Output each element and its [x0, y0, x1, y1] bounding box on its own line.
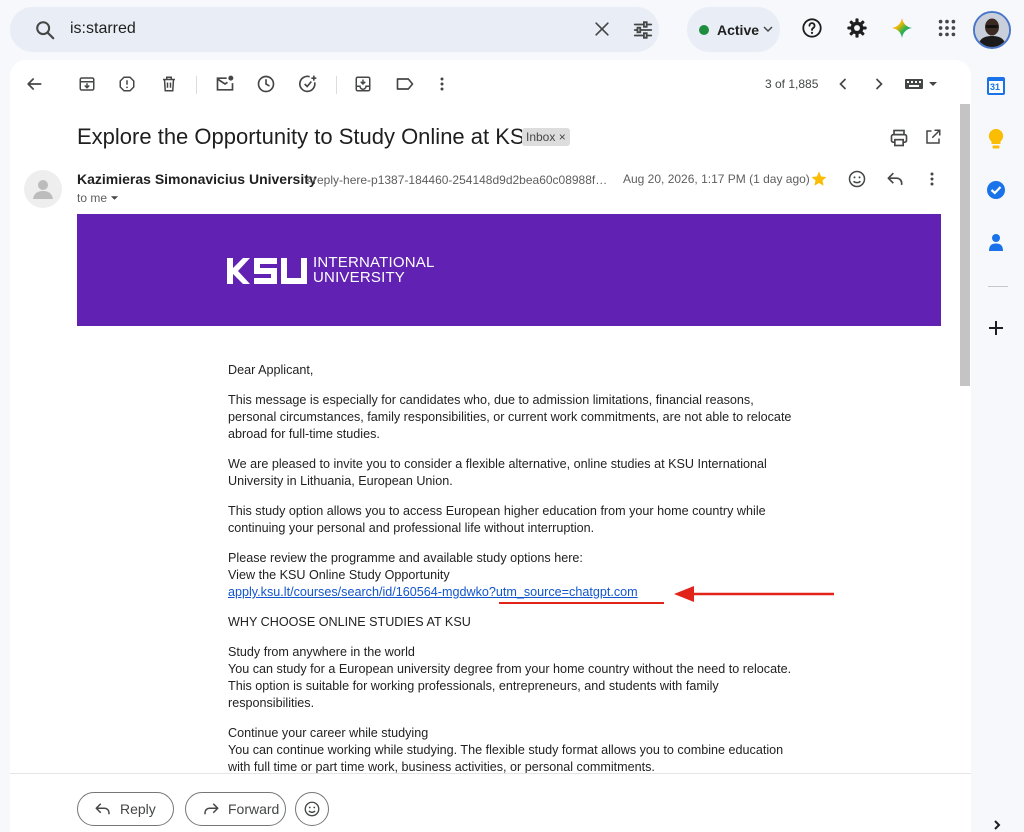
sender-email: <reply-here-p1387-184460-254148d9d2bea60…: [306, 173, 612, 187]
gemini-icon[interactable]: [891, 17, 913, 39]
section-heading: WHY CHOOSE ONLINE STUDIES AT KSU: [228, 615, 471, 629]
add-icon[interactable]: [986, 318, 1006, 338]
snooze-icon[interactable]: [256, 74, 276, 94]
status-selector[interactable]: Active: [687, 7, 780, 52]
avatar-image: [975, 13, 1009, 47]
sender-avatar[interactable]: [24, 170, 62, 208]
programme-link[interactable]: apply.ksu.lt/courses/search/id/160564-mg…: [228, 585, 638, 599]
forward-label: Forward: [228, 801, 280, 817]
toolbar-divider: [336, 76, 337, 94]
body-paragraph: We are pleased to invite you to consider…: [228, 457, 767, 488]
status-dot: [699, 25, 709, 35]
recipient-text: to me: [77, 191, 108, 205]
emoji-icon: [304, 801, 320, 817]
body-paragraph: Continue your career while studying You …: [228, 725, 798, 776]
move-to-icon[interactable]: [354, 74, 372, 94]
label-chip-remove[interactable]: ×: [559, 130, 566, 144]
email-banner: INTERNATIONAL UNIVERSITY: [77, 214, 941, 326]
calendar-app[interactable]: 31: [986, 76, 1006, 101]
keep-icon[interactable]: [986, 128, 1006, 150]
reply-icon: [95, 803, 110, 815]
email-date: Aug 20, 2026, 1:17 PM (1 day ago): [623, 172, 810, 186]
sender-name[interactable]: Kazimieras Simonavicius University: [77, 171, 317, 187]
section-title: Continue your career while studying: [228, 726, 429, 740]
calendar-day: 31: [990, 82, 1001, 92]
chevron-down-icon: [111, 196, 119, 200]
divider: [10, 773, 971, 774]
chevron-right-icon[interactable]: [871, 74, 887, 94]
email-subject: Explore the Opportunity to Study Online …: [77, 124, 541, 149]
emoji-icon[interactable]: [847, 169, 867, 189]
reply-label: Reply: [120, 801, 156, 817]
chevron-left-icon[interactable]: [835, 74, 851, 94]
section-title: Study from anywhere in the world: [228, 645, 415, 659]
more-vert-icon[interactable]: [436, 74, 448, 94]
reply-icon[interactable]: [885, 169, 905, 189]
help-icon[interactable]: [801, 17, 823, 39]
report-spam-icon[interactable]: [118, 74, 136, 94]
body-paragraph: This study option allows you to access E…: [228, 504, 766, 535]
close-icon[interactable]: [592, 19, 612, 39]
banner-line2: UNIVERSITY: [313, 269, 406, 286]
chevron-right-icon[interactable]: [990, 818, 1004, 832]
section-text: You can study for a European university …: [228, 662, 792, 710]
body-paragraph: This message is especially for candidate…: [228, 393, 792, 441]
archive-icon[interactable]: [78, 74, 96, 94]
email-body: Dear Applicant, This message is especial…: [228, 362, 798, 789]
greeting: Dear Applicant,: [228, 363, 314, 377]
label-icon[interactable]: [395, 74, 415, 94]
trash-icon[interactable]: [160, 74, 178, 94]
gear-icon[interactable]: [846, 17, 868, 39]
more-vert-icon[interactable]: [926, 169, 938, 189]
status-label: Active: [717, 22, 760, 38]
mark-unread-icon[interactable]: [215, 74, 235, 94]
label-chip-text: Inbox: [526, 130, 556, 144]
tasks-icon[interactable]: [986, 180, 1006, 200]
emoji-reaction-button[interactable]: [295, 792, 329, 826]
keyboard-icon[interactable]: [905, 78, 939, 90]
banner-text: INTERNATIONAL UNIVERSITY: [313, 255, 435, 285]
star-icon[interactable]: [810, 170, 828, 188]
chevron-down-icon: [763, 26, 773, 33]
account-avatar[interactable]: [973, 11, 1011, 49]
tune-icon[interactable]: [632, 19, 654, 41]
search-bar[interactable]: is:starred: [10, 7, 659, 52]
pagination-count: 3 of 1,885: [765, 77, 819, 91]
annotation-underline: [499, 602, 664, 604]
add-task-icon[interactable]: [298, 74, 318, 94]
banner-line1: INTERNATIONAL: [313, 254, 435, 271]
side-panel-divider: [988, 286, 1008, 287]
view-line: View the KSU Online Study Opportunity: [228, 568, 450, 582]
search-icon[interactable]: [34, 19, 56, 41]
inbox-label-chip[interactable]: Inbox ×: [522, 128, 570, 146]
scrollbar-thumb[interactable]: [960, 104, 970, 386]
body-paragraph: Study from anywhere in the world You can…: [228, 644, 798, 712]
toolbar-divider: [196, 76, 197, 94]
ksu-logo: [227, 258, 307, 284]
forward-button[interactable]: Forward: [185, 792, 286, 826]
reply-button[interactable]: Reply: [77, 792, 174, 826]
contacts-icon[interactable]: [986, 232, 1006, 252]
open-in-new-icon[interactable]: [924, 128, 942, 146]
forward-icon: [204, 803, 219, 815]
section-text: You can continue working while studying.…: [228, 743, 784, 774]
person-icon: [33, 180, 53, 199]
recipient-toggle[interactable]: to me: [77, 191, 119, 205]
search-input[interactable]: is:starred: [70, 20, 136, 38]
review-line: Please review the programme and availabl…: [228, 551, 583, 565]
annotation-arrow-icon: [674, 586, 834, 602]
back-arrow-icon[interactable]: [24, 74, 44, 94]
apps-icon[interactable]: [936, 17, 958, 39]
print-icon[interactable]: [889, 128, 909, 148]
message-view: 3 of 1,885 Explore the Opportunity to St…: [10, 60, 971, 832]
